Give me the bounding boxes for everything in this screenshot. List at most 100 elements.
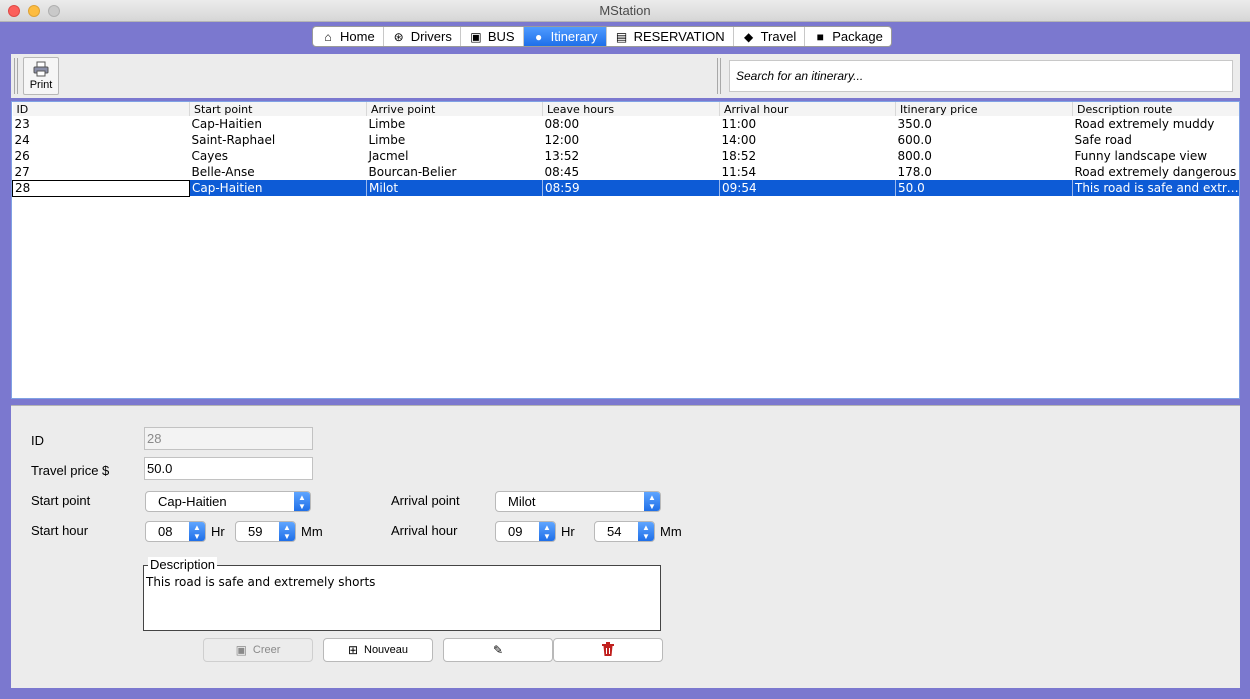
hr-unit-label: Hr xyxy=(561,524,575,539)
tab-bus[interactable]: ▣ BUS xyxy=(461,27,524,46)
create-button[interactable]: ▣ Creer xyxy=(203,638,313,662)
table-cell[interactable]: Jacmel xyxy=(367,148,543,164)
tab-package[interactable]: ■ Package xyxy=(805,27,891,46)
arrival-hour-value: 09 xyxy=(508,524,523,539)
mm-unit-label: Mm xyxy=(660,524,682,539)
tab-label: Itinerary xyxy=(550,29,598,44)
table-cell[interactable]: 08:45 xyxy=(543,164,720,180)
arrival-hour-spinner[interactable]: 09 ▲ ▼ xyxy=(495,521,556,542)
table-cell[interactable]: Milot xyxy=(366,180,543,196)
id-field xyxy=(144,427,313,450)
start-minute-spinner[interactable]: 59 ▲ ▼ xyxy=(235,521,296,542)
table-cell[interactable]: Limbe xyxy=(367,116,543,132)
print-button[interactable]: Print xyxy=(23,57,59,95)
tab-reservation[interactable]: ▤ RESERVATION xyxy=(607,27,734,46)
itinerary-table[interactable]: ID Start point Arrive point Leave hours … xyxy=(11,101,1240,399)
table-cell[interactable]: 18:52 xyxy=(720,148,896,164)
table-cell[interactable]: This road is safe and extremely shorts xyxy=(1072,180,1239,196)
column-header[interactable]: Description route xyxy=(1072,102,1239,116)
table-cell[interactable]: Limbe xyxy=(367,132,543,148)
travel-price-field[interactable] xyxy=(144,457,313,480)
start-hour-label: Start hour xyxy=(31,523,89,538)
table-cell[interactable]: Belle-Anse xyxy=(190,164,367,180)
chevron-updown-icon[interactable]: ▲ ▼ xyxy=(638,522,654,541)
table-cell[interactable]: 08:00 xyxy=(543,116,720,132)
table-cell[interactable]: Saint-Raphael xyxy=(190,132,367,148)
search-input[interactable] xyxy=(729,60,1233,92)
column-header[interactable]: Arrive point xyxy=(366,102,543,116)
table-cell[interactable]: Bourcan-Belier xyxy=(367,164,543,180)
package-icon: ■ xyxy=(816,29,824,44)
column-header[interactable]: Arrival hour xyxy=(719,102,896,116)
table-cell[interactable]: 11:00 xyxy=(720,116,896,132)
column-header[interactable]: ID xyxy=(12,102,190,116)
chevron-updown-icon[interactable]: ▲ ▼ xyxy=(189,522,205,541)
table-cell[interactable]: 13:52 xyxy=(543,148,720,164)
table-cell[interactable]: 12:00 xyxy=(543,132,720,148)
column-header[interactable]: Start point xyxy=(189,102,367,116)
tab-drivers[interactable]: ⊛ Drivers xyxy=(384,27,461,46)
table-cell[interactable]: Cap-Haitien xyxy=(190,116,367,132)
tab-itinerary[interactable]: ● Itinerary xyxy=(523,27,607,46)
table-cell[interactable]: 08:59 xyxy=(542,180,720,196)
column-header[interactable]: Itinerary price xyxy=(895,102,1073,116)
title-bar: MStation xyxy=(0,0,1250,22)
table-cell[interactable]: Road extremely dangerous xyxy=(1073,164,1240,180)
toolbar: Print xyxy=(11,54,1240,98)
plus-icon: ⊞ xyxy=(347,643,358,657)
car-icon: ◆ xyxy=(743,29,754,44)
start-point-select[interactable]: Cap-Haitien ▲ ▼ xyxy=(145,491,311,512)
table-row[interactable]: 24 Saint-Raphael Limbe 12:00 14:00 600.0… xyxy=(13,132,1240,148)
tab-label: Package xyxy=(832,29,883,44)
table-row-selected[interactable]: 28 Cap-Haitien Milot 08:59 09:54 50.0 Th… xyxy=(12,179,1239,197)
toolbar-grip[interactable] xyxy=(14,58,18,94)
table-cell[interactable]: 23 xyxy=(13,116,190,132)
table-cell[interactable]: Cap-Haitien xyxy=(189,180,367,196)
arrival-point-value: Milot xyxy=(508,494,536,509)
trash-icon xyxy=(602,641,614,659)
arrival-point-select[interactable]: Milot ▲ ▼ xyxy=(495,491,661,512)
home-icon: ⌂ xyxy=(324,29,332,44)
table-cell[interactable]: 27 xyxy=(13,164,190,180)
table-cell[interactable]: Road extremely muddy xyxy=(1073,116,1240,132)
edit-button[interactable]: ✎ xyxy=(443,638,553,662)
tab-home[interactable]: ⌂ Home xyxy=(313,27,384,46)
table-cell[interactable]: 24 xyxy=(13,132,190,148)
table-row[interactable]: 26 Cayes Jacmel 13:52 18:52 800.0 Funny … xyxy=(13,148,1240,164)
chevron-updown-icon[interactable]: ▲ ▼ xyxy=(279,522,295,541)
arrival-minute-value: 54 xyxy=(607,524,622,539)
arrival-minute-spinner[interactable]: 54 ▲ ▼ xyxy=(594,521,655,542)
tab-label: Home xyxy=(340,29,375,44)
table-cell[interactable]: 800.0 xyxy=(896,148,1073,164)
toolbar-grip[interactable] xyxy=(717,58,721,94)
column-header[interactable]: Leave hours xyxy=(542,102,720,116)
table-cell[interactable]: 50.0 xyxy=(895,180,1073,196)
table-cell[interactable]: 26 xyxy=(13,148,190,164)
table-cell[interactable]: Cayes xyxy=(190,148,367,164)
start-point-value: Cap-Haitien xyxy=(158,494,227,509)
tab-label: Travel xyxy=(760,29,797,44)
create-label: Creer xyxy=(252,644,281,656)
table-cell[interactable]: Safe road xyxy=(1073,132,1240,148)
delete-button[interactable] xyxy=(553,638,663,662)
itinerary-icon: ● xyxy=(534,29,543,44)
table-cell[interactable]: 14:00 xyxy=(720,132,896,148)
table-cell[interactable]: Funny landscape view xyxy=(1073,148,1240,164)
tab-label: Drivers xyxy=(410,29,452,44)
table-row[interactable]: 27 Belle-Anse Bourcan-Belier 08:45 11:54… xyxy=(13,164,1240,180)
start-hour-value: 08 xyxy=(158,524,173,539)
table-cell[interactable]: 600.0 xyxy=(896,132,1073,148)
table-cell[interactable]: 178.0 xyxy=(896,164,1073,180)
table-row[interactable]: 23 Cap-Haitien Limbe 08:00 11:00 350.0 R… xyxy=(13,116,1240,132)
save-icon: ▣ xyxy=(235,643,247,657)
table-cell[interactable]: 350.0 xyxy=(896,116,1073,132)
table-cell[interactable]: 09:54 xyxy=(719,180,896,196)
tab-label: BUS xyxy=(487,29,515,44)
tab-travel[interactable]: ◆ Travel xyxy=(734,27,806,46)
table-cell[interactable]: 11:54 xyxy=(720,164,896,180)
chevron-updown-icon[interactable]: ▲ ▼ xyxy=(539,522,555,541)
main-tabs: ⌂ Home ⊛ Drivers ▣ BUS ● Itinerary ▤ RESERVAT… xyxy=(312,26,892,47)
start-hour-spinner[interactable]: 08 ▲ ▼ xyxy=(145,521,206,542)
table-cell[interactable]: 28 xyxy=(12,179,190,197)
new-button[interactable]: ⊞ Nouveau xyxy=(323,638,433,662)
